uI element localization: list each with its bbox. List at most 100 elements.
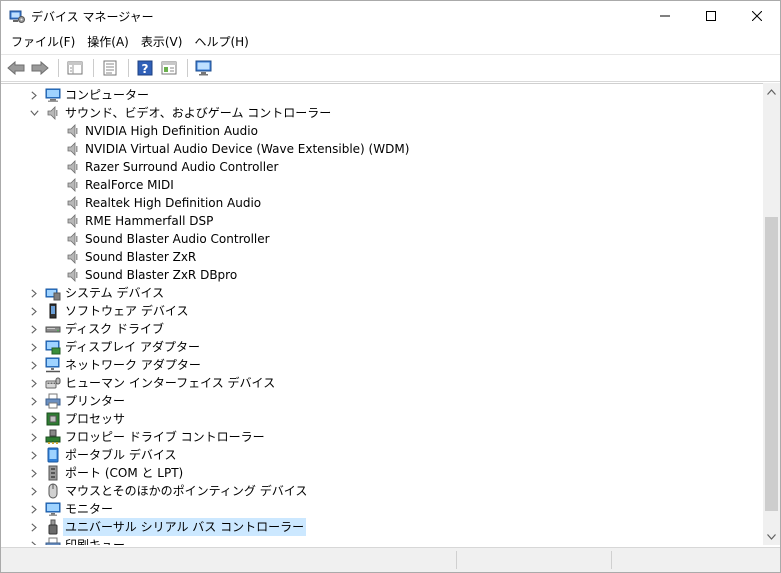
tree-category[interactable]: システム デバイス [1,284,761,302]
menu-action[interactable]: 操作(A) [81,31,135,53]
scrollbar-thumb[interactable] [765,217,778,511]
maximize-button[interactable] [688,1,734,31]
scroll-up-button[interactable] [763,83,780,100]
status-separator [611,551,612,569]
tree-category[interactable]: ポータブル デバイス [1,446,761,464]
close-button[interactable] [734,1,780,31]
printer-icon [45,393,61,409]
device-list-icon [103,60,117,76]
minimize-icon [660,15,670,17]
tree-device-item[interactable]: NVIDIA High Definition Audio [1,122,761,140]
tree-category[interactable]: サウンド、ビデオ、およびゲーム コントローラー [1,104,761,122]
tree-device-item[interactable]: NVIDIA Virtual Audio Device (Wave Extens… [1,140,761,158]
chevron-right-icon [31,486,37,496]
scroll-down-button[interactable] [763,528,780,545]
tree-category[interactable]: マウスとそのほかのポインティング デバイス [1,482,761,500]
expand-toggle[interactable] [29,288,39,298]
device-list-button[interactable] [99,57,121,79]
properties-view-icon [67,61,83,75]
tree-category[interactable]: 印刷キュー [1,536,761,545]
forward-button[interactable] [29,57,51,79]
expand-toggle[interactable] [29,432,39,442]
tree-category[interactable]: ディスプレイ アダプター [1,338,761,356]
tree-device-item[interactable]: RealForce MIDI [1,176,761,194]
tree-item-label: RealForce MIDI [85,178,174,192]
device-manager-window: デバイス マネージャー ファイル(F) 操作(A) 表示(V) ヘルプ(H) ?… [0,0,781,573]
tree-category[interactable]: プリンター [1,392,761,410]
tree-item-label: サウンド、ビデオ、およびゲーム コントローラー [65,106,332,120]
disk-drive-icon [45,321,61,337]
tree-item-label: プリンター [65,394,126,408]
toolbar-separator [128,59,129,77]
speaker-icon [65,249,81,265]
tree-category[interactable]: ソフトウェア デバイス [1,302,761,320]
portable-device-icon [45,447,61,463]
print-queue-icon [45,537,61,545]
properties-view-button[interactable] [64,57,86,79]
tree-device-item[interactable]: Realtek High Definition Audio [1,194,761,212]
floppy-controller-icon [45,429,61,445]
tree-item-label: NVIDIA High Definition Audio [85,124,258,138]
expand-toggle[interactable] [29,360,39,370]
mouse-icon [45,483,61,499]
expand-toggle[interactable] [29,486,39,496]
tree-category[interactable]: モニター [1,500,761,518]
tree-category[interactable]: ディスク ドライブ [1,320,761,338]
scan-hardware-button[interactable] [193,57,215,79]
tree-device-item[interactable]: Razer Surround Audio Controller [1,158,761,176]
tree-item-label: Sound Blaster ZxR [85,250,197,264]
expand-toggle[interactable] [29,540,39,545]
tree-item-label: マウスとそのほかのポインティング デバイス [65,484,308,498]
tree-category[interactable]: プロセッサ [1,410,761,428]
tree-item-label: システム デバイス [65,286,165,300]
toolbar: ? [1,54,780,82]
tree-device-item[interactable]: RME Hammerfall DSP [1,212,761,230]
chevron-right-icon [31,306,37,316]
expand-toggle[interactable] [29,450,39,460]
expand-toggle[interactable] [29,306,39,316]
chevron-right-icon [31,414,37,424]
expand-toggle[interactable] [29,378,39,388]
collapse-toggle[interactable] [29,108,39,118]
expand-toggle[interactable] [29,468,39,478]
tree-category[interactable]: ネットワーク アダプター [1,356,761,374]
menu-file[interactable]: ファイル(F) [5,31,81,53]
menu-help[interactable]: ヘルプ(H) [188,31,254,53]
chevron-right-icon [31,504,37,514]
expand-toggle[interactable] [29,324,39,334]
vertical-scrollbar[interactable] [763,83,780,545]
expand-toggle[interactable] [29,522,39,532]
expand-toggle[interactable] [29,90,39,100]
expand-toggle[interactable] [29,342,39,352]
tree-category[interactable]: フロッピー ドライブ コントローラー [1,428,761,446]
console-tree-icon [161,61,177,75]
chevron-right-icon [31,468,37,478]
back-button[interactable] [5,57,27,79]
console-tree-button[interactable] [158,57,180,79]
help-button[interactable]: ? [134,57,156,79]
expand-toggle[interactable] [29,504,39,514]
hid-icon [45,375,61,391]
tree-device-item[interactable]: Sound Blaster ZxR [1,248,761,266]
tree-category[interactable]: ユニバーサル シリアル バス コントローラー [1,518,761,536]
tree-category[interactable]: ポート (COM と LPT) [1,464,761,482]
menu-view[interactable]: 表示(V) [135,31,189,53]
expand-toggle[interactable] [29,414,39,424]
menu-bar: ファイル(F) 操作(A) 表示(V) ヘルプ(H) [1,31,780,53]
tree-device-item[interactable]: Sound Blaster ZxR DBpro [1,266,761,284]
tree-category[interactable]: コンピューター [1,86,761,104]
tree-item-label: NVIDIA Virtual Audio Device (Wave Extens… [85,142,410,156]
tree-category[interactable]: ヒューマン インターフェイス デバイス [1,374,761,392]
expand-toggle[interactable] [29,396,39,406]
monitor-scan-icon [195,60,212,76]
minimize-button[interactable] [642,1,688,31]
chevron-right-icon [31,378,37,388]
usb-icon [45,519,61,535]
title-bar[interactable]: デバイス マネージャー [1,1,780,31]
port-icon [45,465,61,481]
device-tree[interactable]: コンピューターサウンド、ビデオ、およびゲーム コントローラー NVIDIA Hig… [1,83,763,545]
tree-device-item[interactable]: Sound Blaster Audio Controller [1,230,761,248]
chevron-down-icon [767,533,776,540]
help-icon: ? [137,60,153,76]
toolbar-separator [187,59,188,77]
